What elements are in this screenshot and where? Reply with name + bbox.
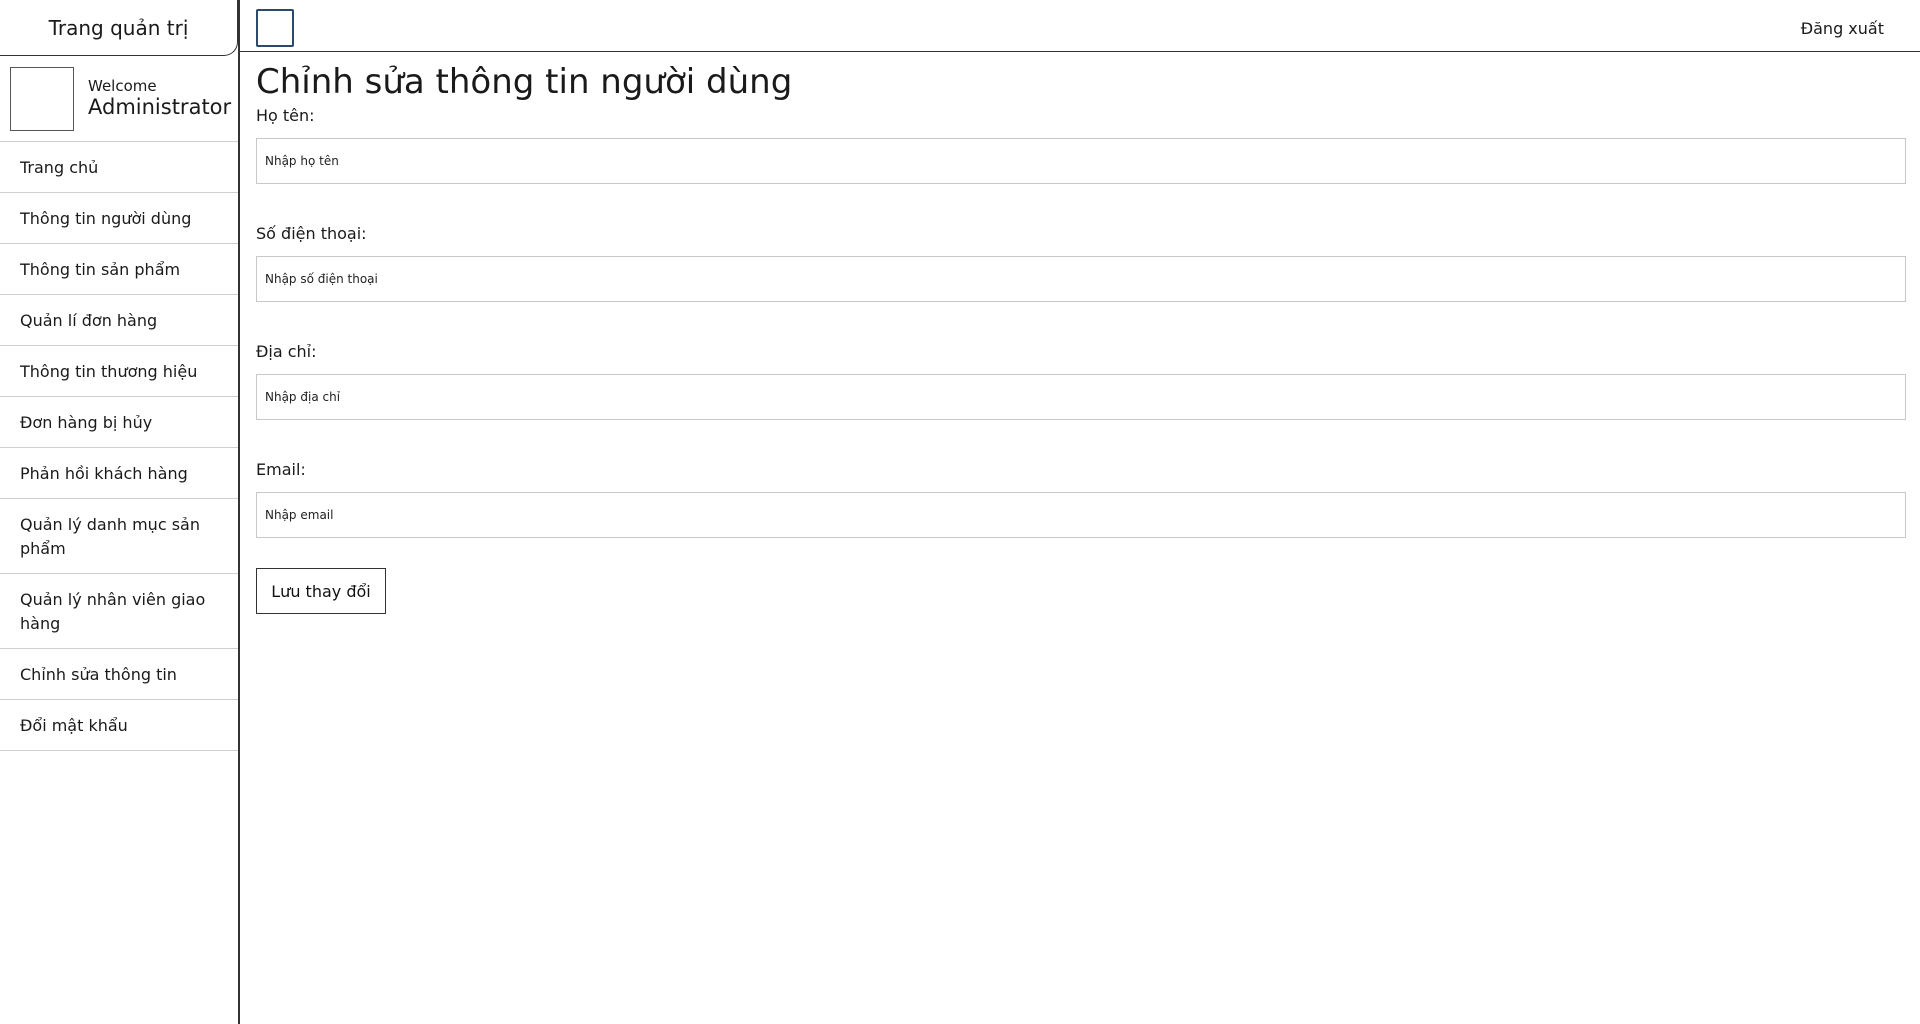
sidebar-nav: Trang chủ Thông tin người dùng Thông tin… — [0, 142, 238, 751]
phone-input[interactable] — [256, 256, 1906, 302]
field-phone: Số điện thoại: — [256, 224, 1906, 302]
sidebar-item-home[interactable]: Trang chủ — [0, 142, 238, 193]
sidebar-item-edit-info[interactable]: Chỉnh sửa thông tin — [0, 649, 238, 700]
app-root: Trang quản trị Welcome Administrator Tra… — [0, 0, 1920, 1024]
email-label: Email: — [256, 460, 306, 479]
sidebar-item-order-management[interactable]: Quản lí đơn hàng — [0, 295, 238, 346]
sidebar-item-product-info[interactable]: Thông tin sản phẩm — [0, 244, 238, 295]
sidebar-title: Trang quản trị — [0, 0, 238, 56]
address-label: Địa chỉ: — [256, 342, 317, 361]
field-full-name: Họ tên: — [256, 106, 1906, 184]
field-email: Email: — [256, 460, 1906, 538]
user-name: Administrator — [88, 95, 232, 120]
address-input[interactable] — [256, 374, 1906, 420]
full-name-label: Họ tên: — [256, 106, 315, 125]
logout-link[interactable]: Đăng xuất — [1801, 19, 1884, 38]
field-address: Địa chỉ: — [256, 342, 1906, 420]
welcome-block: Welcome Administrator — [88, 76, 232, 120]
sidebar-item-category-management[interactable]: Quản lý danh mục sản phẩm — [0, 499, 238, 574]
save-changes-button[interactable]: Lưu thay đổi — [256, 568, 386, 614]
sidebar-item-customer-feedback[interactable]: Phản hồi khách hàng — [0, 448, 238, 499]
main-content: Chỉnh sửa thông tin người dùng Họ tên: S… — [256, 58, 1906, 614]
topbar: Đăng xuất — [240, 0, 1920, 52]
phone-label: Số điện thoại: — [256, 224, 367, 243]
email-input[interactable] — [256, 492, 1906, 538]
edit-user-form: Họ tên: Số điện thoại: Địa chỉ: Email: L… — [256, 106, 1906, 614]
avatar — [10, 66, 74, 131]
sidebar: Trang quản trị Welcome Administrator Tra… — [0, 0, 240, 1024]
sidebar-item-brand-info[interactable]: Thông tin thương hiệu — [0, 346, 238, 397]
sidebar-item-delivery-staff[interactable]: Quản lý nhân viên giao hàng — [0, 574, 238, 649]
page-title: Chỉnh sửa thông tin người dùng — [256, 62, 793, 102]
sidebar-item-cancelled-orders[interactable]: Đơn hàng bị hủy — [0, 397, 238, 448]
logo-placeholder — [256, 9, 294, 47]
sidebar-item-change-password[interactable]: Đổi mật khẩu — [0, 700, 238, 751]
welcome-text: Welcome — [88, 76, 157, 95]
sidebar-item-user-info[interactable]: Thông tin người dùng — [0, 193, 238, 244]
full-name-input[interactable] — [256, 138, 1906, 184]
user-profile: Welcome Administrator — [0, 56, 238, 142]
